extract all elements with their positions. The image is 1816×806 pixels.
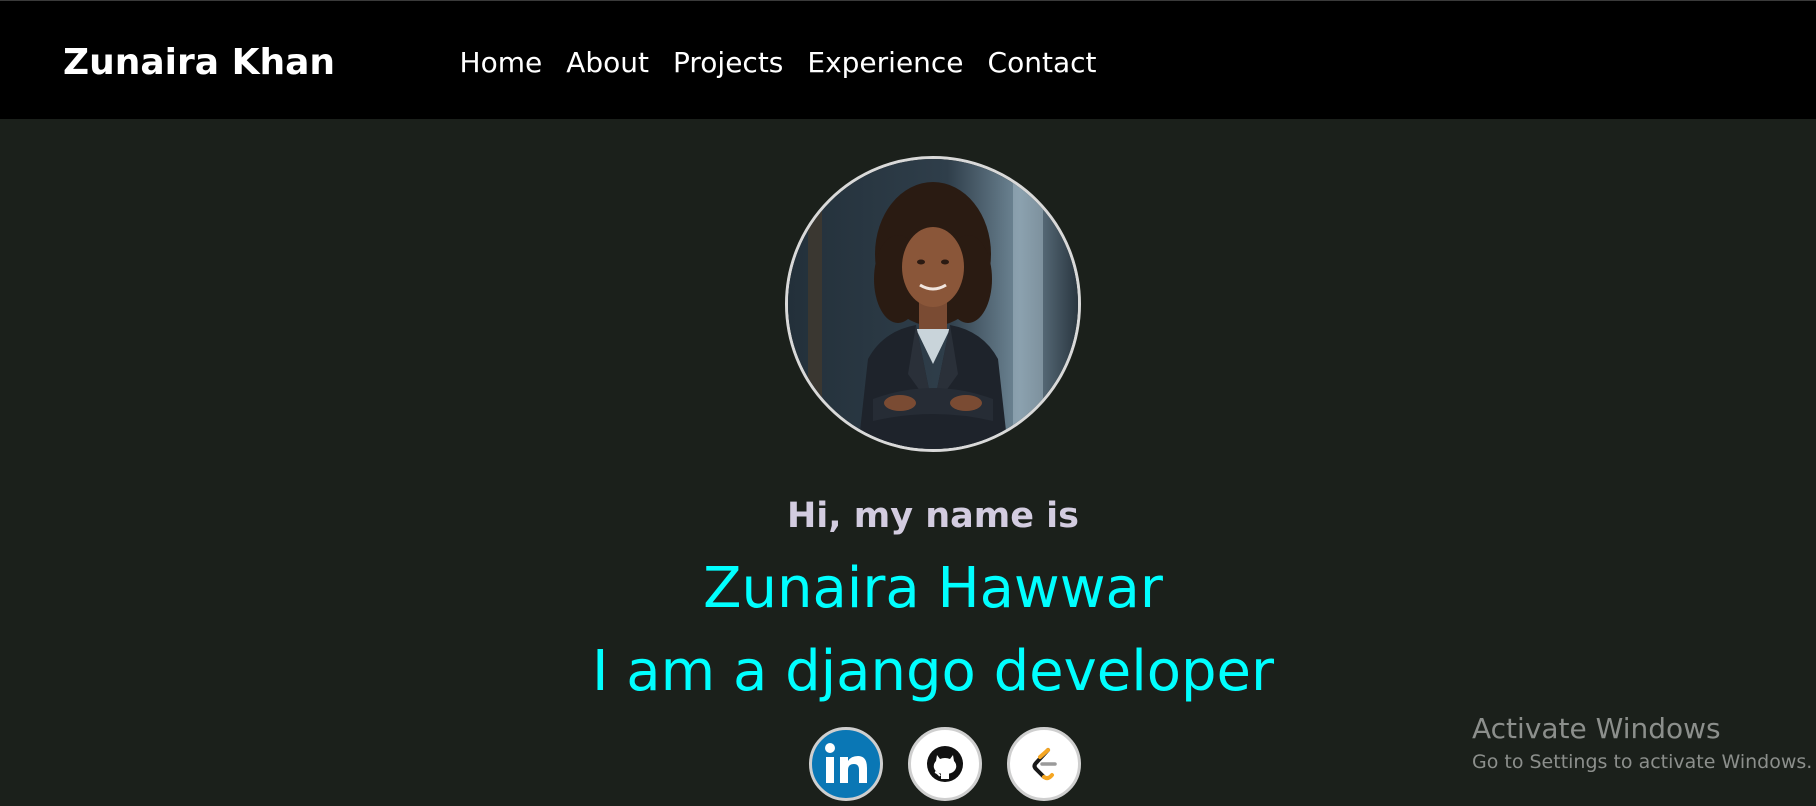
leetcode-button[interactable]	[1007, 727, 1081, 801]
hero-role: I am a django developer	[591, 639, 1275, 704]
leetcode-icon	[1032, 748, 1057, 781]
social-links	[809, 727, 1081, 801]
nav-link-experience[interactable]: Experience	[807, 45, 963, 81]
github-button[interactable]	[908, 727, 982, 801]
nav-link-projects[interactable]: Projects	[673, 45, 783, 81]
nav-links: Home About Projects Experience Contact	[0, 45, 1556, 81]
navbar: Zunaira Khan Home About Projects Experie…	[0, 0, 1816, 119]
nav-link-about[interactable]: About	[566, 45, 649, 81]
nav-link-home[interactable]: Home	[460, 45, 543, 81]
linkedin-icon	[825, 743, 867, 783]
profile-photo	[785, 156, 1081, 452]
watermark-title: Activate Windows	[1472, 712, 1721, 745]
profile-illustration	[788, 159, 1078, 449]
hero-name: Zunaira Hawwar	[703, 556, 1163, 621]
github-icon	[927, 746, 963, 782]
greeting-text: Hi, my name is	[787, 496, 1079, 536]
activate-windows-watermark: Activate Windows Go to Settings to activ…	[1472, 711, 1812, 775]
nav-link-contact[interactable]: Contact	[988, 45, 1097, 81]
watermark-subtitle: Go to Settings to activate Windows.	[1472, 751, 1813, 773]
linkedin-button[interactable]	[809, 727, 883, 801]
